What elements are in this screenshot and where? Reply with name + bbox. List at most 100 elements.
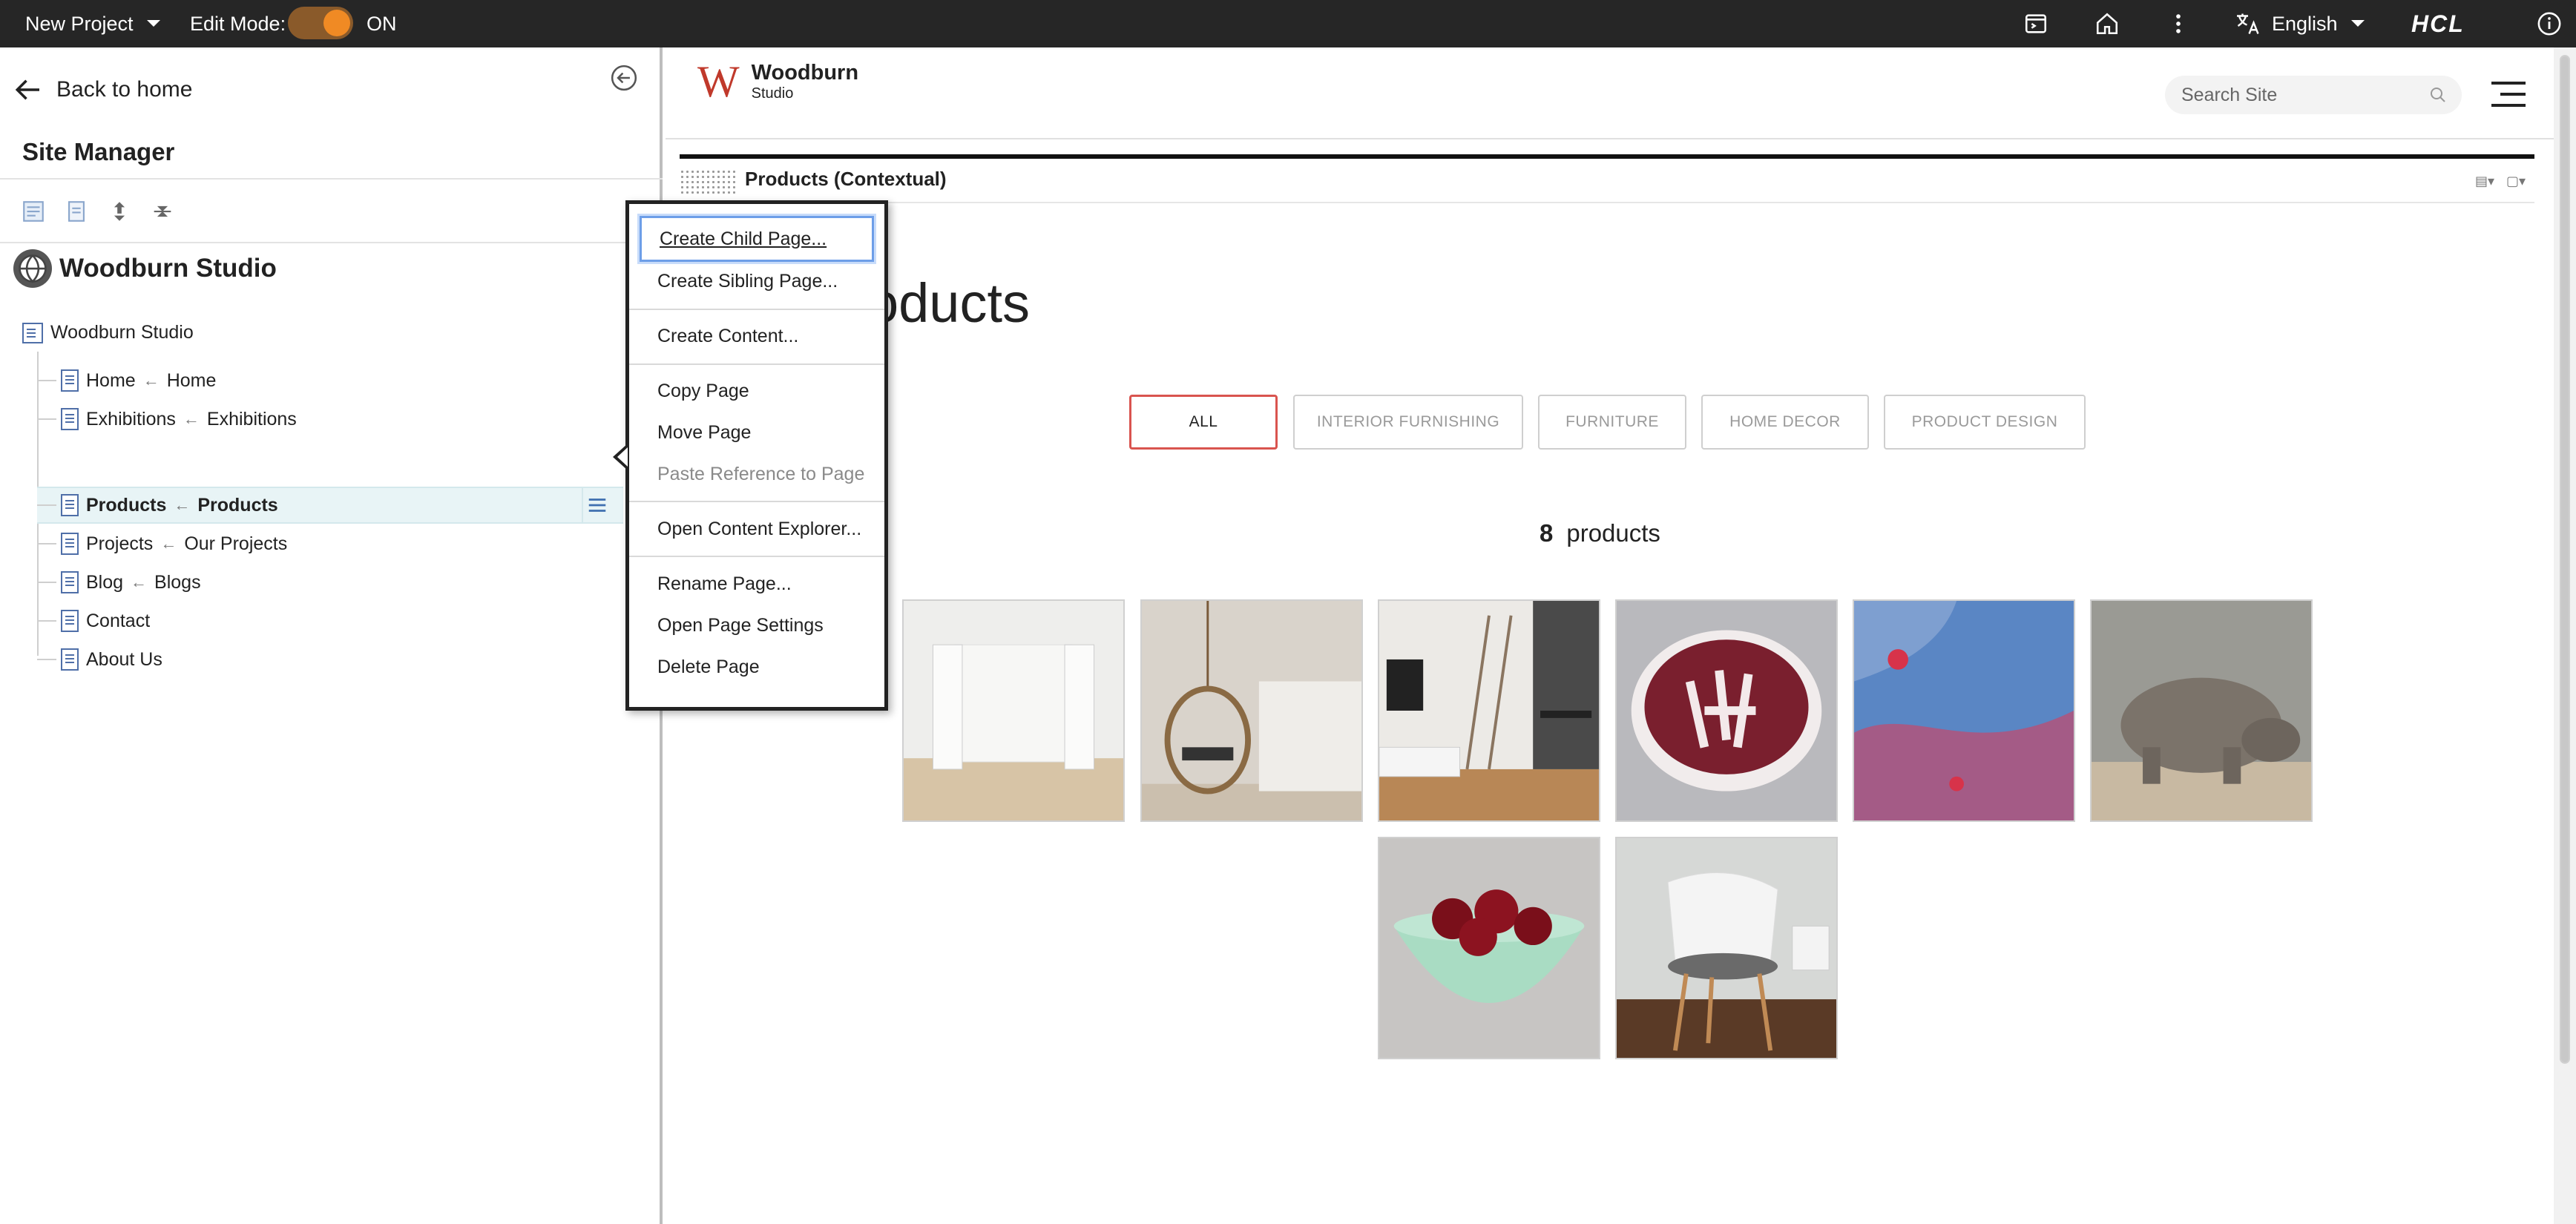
filter-all[interactable]: ALL <box>1129 395 1278 450</box>
preview-icon[interactable] <box>2021 9 2051 39</box>
chevron-down-icon <box>146 20 160 27</box>
site-search-input[interactable]: Search Site <box>2165 76 2462 114</box>
filter-interior-furnishing[interactable]: INTERIOR FURNISHING <box>1293 395 1523 450</box>
vertical-scrollbar[interactable] <box>2554 47 2576 1224</box>
language-selector[interactable]: English <box>2235 0 2366 47</box>
filter-product-design[interactable]: PRODUCT DESIGN <box>1884 395 2086 450</box>
tree-root-node[interactable]: Woodburn Studio <box>22 322 194 343</box>
portlet-edit-icon[interactable]: ▤▾ <box>2475 174 2497 188</box>
menu-divider <box>629 556 884 557</box>
product-thumbnail-hanging-chair[interactable] <box>1140 599 1363 822</box>
menu-open-content-explorer[interactable]: Open Content Explorer... <box>657 514 861 544</box>
menu-rename-page[interactable]: Rename Page... <box>657 569 792 599</box>
menu-move-page[interactable]: Move Page <box>657 418 751 447</box>
menu-open-page-settings[interactable]: Open Page Settings <box>657 611 824 640</box>
menu-create-child-page[interactable]: Create Child Page... <box>640 216 874 262</box>
info-icon[interactable] <box>2534 9 2564 39</box>
tree-branch <box>37 582 56 583</box>
collapse-panel-icon[interactable] <box>610 64 638 92</box>
menu-create-content[interactable]: Create Content... <box>657 321 798 351</box>
search-icon[interactable] <box>2429 86 2447 104</box>
back-to-home-link[interactable]: Back to home <box>13 74 192 105</box>
product-count-label: products <box>1566 519 1660 547</box>
page-title: Home <box>166 369 217 391</box>
tree-root-label: Woodburn Studio <box>50 322 194 343</box>
page-title: Products <box>197 494 278 516</box>
site-logo[interactable]: W Woodburn Studio <box>697 59 858 104</box>
menu-paste-reference: Paste Reference to Page <box>657 463 865 484</box>
menu-copy-page[interactable]: Copy Page <box>657 376 749 406</box>
product-count-number: 8 <box>1540 519 1554 547</box>
menu-divider <box>629 309 884 310</box>
mapped-arrow-icon: ← <box>142 371 160 389</box>
product-thumbnail-red-bowl[interactable] <box>1615 599 1838 822</box>
portlet-top-border <box>680 154 2534 159</box>
page-title: Exhibitions <box>206 408 297 430</box>
tree-branch <box>37 620 56 622</box>
menu-divider <box>629 501 884 502</box>
collapse-all-icon[interactable] <box>150 199 175 224</box>
top-toolbar: New Project Edit Mode: ON English HCL <box>0 0 2576 47</box>
page-name: Contact <box>86 610 151 631</box>
divider <box>0 178 663 180</box>
new-page-icon[interactable] <box>21 199 46 224</box>
brand-name: Woodburn <box>751 61 859 85</box>
page-properties-icon[interactable] <box>64 199 89 224</box>
menu-divider <box>629 363 884 365</box>
filter-furniture[interactable]: FURNITURE <box>1538 395 1686 450</box>
chevron-down-icon <box>2350 20 2365 27</box>
more-vert-icon[interactable] <box>2163 9 2193 39</box>
panel-title: Site Manager <box>22 138 175 165</box>
brand-letter: W <box>697 57 740 106</box>
brand-sub: Studio <box>751 85 794 102</box>
hcl-logo: HCL <box>2411 10 2465 37</box>
translate-icon <box>2237 13 2259 34</box>
menu-create-sibling-page[interactable]: Create Sibling Page... <box>657 266 838 296</box>
product-thumbnail-rhino[interactable] <box>2090 599 2313 822</box>
mapped-arrow-icon: ← <box>131 573 148 591</box>
tree-branch <box>37 504 56 506</box>
filter-home-decor[interactable]: HOME DECOR <box>1701 395 1869 450</box>
row-menu-button[interactable] <box>582 487 611 524</box>
tree-item-blog[interactable]: Blog ← Blogs <box>37 564 623 601</box>
header-divider <box>666 138 2554 139</box>
page-name: Products <box>86 494 167 516</box>
page-name: Home <box>86 369 136 391</box>
product-thumbnail-white-chair[interactable] <box>1615 837 1838 1059</box>
product-thumbnail-interior[interactable] <box>1378 599 1600 822</box>
mapped-arrow-icon: ← <box>183 409 200 428</box>
page-name: Blog <box>86 571 124 593</box>
drag-handle-icon[interactable] <box>680 169 736 194</box>
tree-item-projects[interactable]: Projects ← Our Projects <box>37 525 623 562</box>
page-icon <box>61 408 79 430</box>
tree-item-about-us[interactable]: About Us <box>37 641 623 678</box>
project-selector[interactable]: New Project <box>25 0 162 47</box>
project-label: New Project <box>25 12 134 35</box>
tree-toolbar <box>21 199 175 224</box>
home-icon[interactable] <box>2092 9 2122 39</box>
tree-item-contact[interactable]: Contact <box>37 602 623 639</box>
tree-item-home[interactable]: Home ← Home <box>37 362 623 399</box>
page-icon <box>61 648 79 671</box>
expand-all-icon[interactable] <box>107 199 132 224</box>
page-icon <box>61 533 79 555</box>
menu-delete-page[interactable]: Delete Page <box>657 652 760 682</box>
tree-item-products[interactable]: Products ← Products <box>37 487 623 524</box>
product-thumbnail-doors[interactable] <box>902 599 1125 822</box>
portlet-options-icon[interactable]: ▢▾ <box>2506 174 2529 188</box>
page-icon <box>61 571 79 593</box>
page-name: Exhibitions <box>86 408 176 430</box>
library-globe-icon <box>13 249 52 288</box>
scrollbar-thumb[interactable] <box>2560 55 2570 1064</box>
language-label: English <box>2272 12 2338 35</box>
mapped-arrow-icon: ← <box>174 496 191 514</box>
site-menu-icon[interactable] <box>2491 82 2526 108</box>
portlet-header: Products (Contextual) ▤▾ ▢▾ <box>680 165 2534 203</box>
product-thumbnail-abstract-painting[interactable] <box>1853 599 2075 822</box>
tree-item-exhibitions[interactable]: Exhibitions ← Exhibitions <box>37 401 623 438</box>
toggle-knob <box>323 10 350 36</box>
page-title: Blogs <box>154 571 201 593</box>
page-heading: oducts <box>868 272 1031 334</box>
product-thumbnail-fruit-bowl[interactable] <box>1378 837 1600 1059</box>
edit-mode-toggle[interactable] <box>288 7 353 39</box>
